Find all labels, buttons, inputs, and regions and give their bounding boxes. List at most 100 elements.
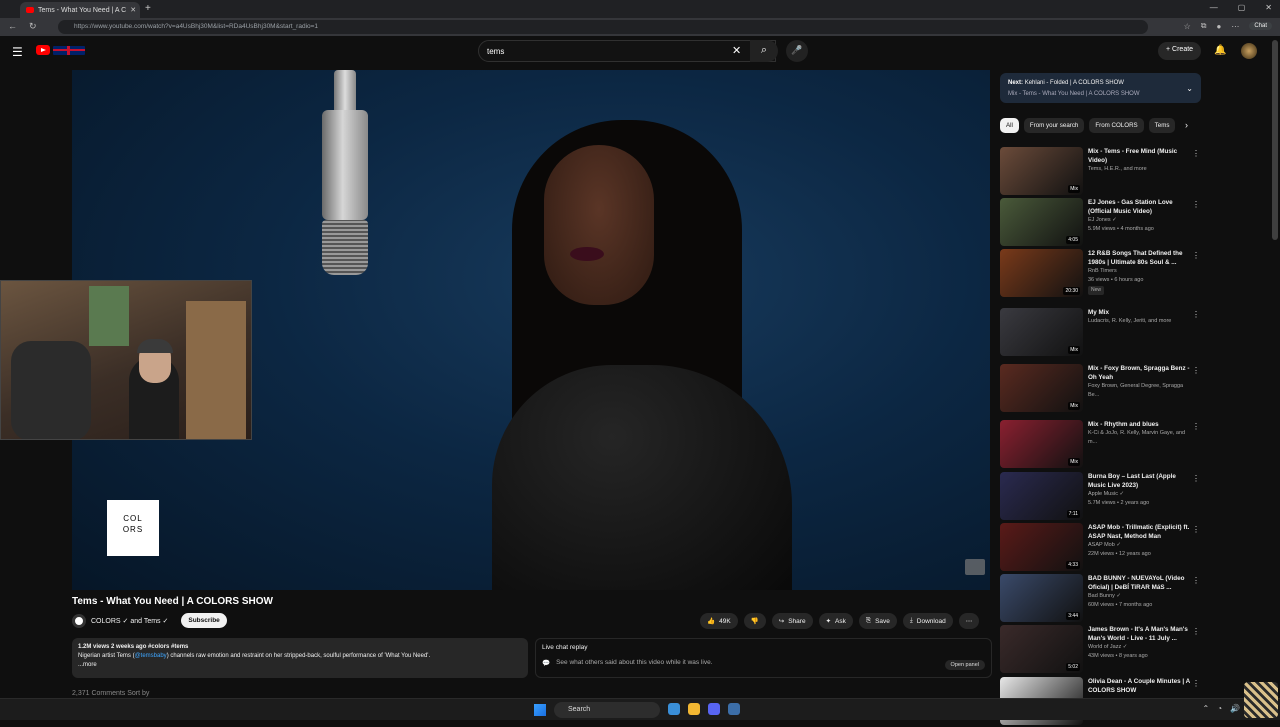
recommendation-title[interactable]: Mix - Rhythm and blues — [1088, 420, 1193, 429]
more-options-icon[interactable]: ⋮ — [1192, 525, 1200, 534]
recommendation-item[interactable]: 20:30 12 R&B Songs That Defined the 1980s… — [1000, 249, 1200, 299]
chevron-down-icon[interactable]: ⌄ — [1186, 83, 1193, 94]
more-options-icon[interactable]: ⋮ — [1192, 576, 1200, 585]
volume-icon[interactable]: 🔊 — [1230, 704, 1240, 713]
download-button[interactable]: ⤓ Download — [902, 613, 953, 629]
browser-tab[interactable]: Tems - What You Need | A C ✕ — [20, 2, 140, 18]
recommendation-item[interactable]: 4:05 EJ Jones - Gas Station Love (Officia… — [1000, 198, 1200, 248]
recommendation-title[interactable]: Burna Boy – Last Last (Apple Music Live … — [1088, 472, 1193, 490]
chat-button[interactable]: Chat — [1249, 22, 1272, 30]
channel-row: COLORS ✓ and Tems ✓ Subscribe — [72, 613, 227, 628]
recommendation-channel: Foxy Brown, General Degree, Spragga Be..… — [1088, 383, 1184, 398]
channel-avatar[interactable] — [72, 613, 86, 628]
more-options-icon[interactable]: ⋮ — [1192, 149, 1200, 158]
recommendation-title[interactable]: BAD BUNNY - NUEVAYoL (Video Oficial) | D… — [1088, 574, 1193, 592]
page-scrollbar[interactable] — [1272, 40, 1278, 240]
duration-badge: Mix — [1068, 185, 1080, 193]
taskbar-search[interactable]: Search — [554, 702, 660, 718]
recommendation-item[interactable]: Mix Mix - Foxy Brown, Spragga Benz - Oh Y… — [1000, 364, 1200, 414]
chip-all[interactable]: All — [1000, 118, 1019, 133]
more-options-icon[interactable]: ⋮ — [1192, 627, 1200, 636]
autoplay-next-box[interactable]: Next: Kehlani - Folded | A COLORS SHOW M… — [1000, 73, 1201, 103]
recommendation-item[interactable]: 3:44 BAD BUNNY - NUEVAYoL (Video Oficial)… — [1000, 574, 1200, 624]
video-thumbnail[interactable]: 3:44 — [1000, 574, 1083, 622]
like-button[interactable]: 👍 49K — [700, 613, 738, 629]
recommendation-item[interactable]: 4:33 ASAP Mob - Trillmatic (Explicit) ft.… — [1000, 523, 1200, 573]
create-button[interactable]: + Create — [1158, 42, 1202, 60]
clear-search-icon[interactable]: ✕ — [732, 44, 741, 57]
more-options-icon[interactable]: ⋮ — [1192, 422, 1200, 431]
more-actions-icon[interactable]: ⋯ — [958, 613, 980, 629]
handle-link[interactable]: @temsbaby — [135, 653, 167, 659]
profile-icon[interactable]: ● — [1216, 22, 1221, 31]
video-thumbnail[interactable]: 7:11 — [1000, 472, 1083, 520]
recommendation-title[interactable]: My Mix — [1088, 308, 1193, 317]
hamburger-menu-icon[interactable]: ☰ — [12, 45, 23, 59]
more-options-icon[interactable]: ⋮ — [1192, 200, 1200, 209]
search-button[interactable]: ⌕ — [750, 40, 778, 62]
more-options-icon[interactable]: ⋮ — [1192, 679, 1200, 688]
channel-name[interactable]: COLORS ✓ and Tems ✓ — [91, 617, 168, 625]
bookmark-star-icon[interactable]: ☆ — [1184, 22, 1191, 31]
dislike-button[interactable]: 👎 — [743, 613, 766, 629]
recommendation-item[interactable]: Mix Mix - Rhythm and blues K-Ci & JoJo, R.… — [1000, 420, 1200, 470]
notifications-bell-icon[interactable]: 🔔 — [1214, 45, 1226, 56]
recommendation-item[interactable]: 5:02 James Brown - It's A Man's Man's Man… — [1000, 625, 1200, 675]
video-thumbnail[interactable]: Mix — [1000, 420, 1083, 468]
chip-from-search[interactable]: From your search — [1023, 118, 1085, 133]
chip-tems[interactable]: Tems — [1148, 118, 1176, 133]
more-options-icon[interactable]: ⋮ — [1192, 366, 1200, 375]
extensions-icon[interactable]: ⧉ — [1201, 21, 1207, 31]
tray-chevron-icon[interactable]: ⌃ — [1202, 704, 1209, 713]
video-thumbnail[interactable]: 5:02 — [1000, 625, 1083, 673]
video-thumbnail[interactable]: Mix — [1000, 308, 1083, 356]
reload-icon[interactable]: ↻ — [29, 21, 37, 32]
recommendation-item[interactable]: Mix My Mix Ludacris, R. Kelly, Jeriti, and… — [1000, 308, 1200, 358]
app-icon[interactable] — [728, 703, 740, 715]
url-field[interactable]: https://www.youtube.com/watch?v=a4UsBhj3… — [58, 20, 1148, 34]
edge-icon[interactable] — [668, 703, 680, 715]
minimize-icon[interactable]: — — [1210, 3, 1218, 12]
video-thumbnail[interactable]: Mix — [1000, 147, 1083, 195]
recommendation-title[interactable]: 12 R&B Songs That Defined the 1980s | Ul… — [1088, 249, 1193, 267]
chevron-right-icon[interactable]: › — [1185, 120, 1188, 130]
subtitles-icon[interactable] — [965, 559, 985, 575]
video-thumbnail[interactable]: 4:33 — [1000, 523, 1083, 571]
recommendation-item[interactable]: Mix Mix - Tems - Free Mind (Music Video) T… — [1000, 147, 1200, 197]
video-thumbnail[interactable]: 4:05 — [1000, 198, 1083, 246]
recommendation-title[interactable]: Mix - Foxy Brown, Spragga Benz - Oh Yeah — [1088, 364, 1193, 382]
open-panel-button[interactable]: Open panel — [944, 660, 985, 670]
next-prefix: Next: — [1008, 80, 1024, 86]
more-options-icon[interactable]: ⋮ — [1192, 251, 1200, 260]
discord-icon[interactable] — [708, 703, 720, 715]
recommendation-title[interactable]: James Brown - It's A Man's Man's Man's W… — [1088, 625, 1193, 643]
subscribe-button[interactable]: Subscribe — [181, 613, 227, 628]
ask-button[interactable]: ✦ Ask — [818, 613, 853, 629]
wifi-icon[interactable]: ◔ — [1217, 704, 1222, 713]
recommendation-title[interactable]: EJ Jones - Gas Station Love (Official Mu… — [1088, 198, 1193, 216]
more-icon[interactable]: ⋯ — [1231, 22, 1239, 31]
save-button[interactable]: ⎘ Save — [858, 613, 897, 629]
more-link[interactable]: ...more — [78, 661, 522, 670]
recommendation-title[interactable]: ASAP Mob - Trillmatic (Explicit) ft. ASA… — [1088, 523, 1193, 541]
video-thumbnail[interactable]: Mix — [1000, 364, 1083, 412]
recommendation-title[interactable]: Mix - Tems - Free Mind (Music Video) — [1088, 147, 1193, 165]
voice-search-icon[interactable]: 🎤 — [786, 40, 808, 62]
more-options-icon[interactable]: ⋮ — [1192, 310, 1200, 319]
youtube-logo[interactable] — [36, 45, 85, 55]
description-box[interactable]: 1.2M views 2 weeks ago #colors #tems Nig… — [72, 638, 528, 678]
chip-from-colors[interactable]: From COLORS — [1089, 118, 1144, 133]
back-icon[interactable]: ← — [8, 21, 17, 32]
recommendation-title[interactable]: Olivia Dean - A Couple Minutes | A COLOR… — [1088, 677, 1193, 695]
windows-start-icon[interactable] — [534, 704, 546, 716]
new-tab-icon[interactable]: + — [145, 3, 151, 14]
close-tab-icon[interactable]: ✕ — [130, 6, 136, 14]
account-avatar[interactable] — [1241, 43, 1257, 59]
recommendation-item[interactable]: 7:11 Burna Boy – Last Last (Apple Music L… — [1000, 472, 1200, 522]
maximize-icon[interactable]: ▢ — [1238, 3, 1246, 12]
close-window-icon[interactable]: ✕ — [1265, 3, 1272, 12]
file-explorer-icon[interactable] — [688, 703, 700, 715]
more-options-icon[interactable]: ⋮ — [1192, 474, 1200, 483]
video-thumbnail[interactable]: 20:30 — [1000, 249, 1083, 297]
share-button[interactable]: ↪ Share — [771, 613, 813, 629]
